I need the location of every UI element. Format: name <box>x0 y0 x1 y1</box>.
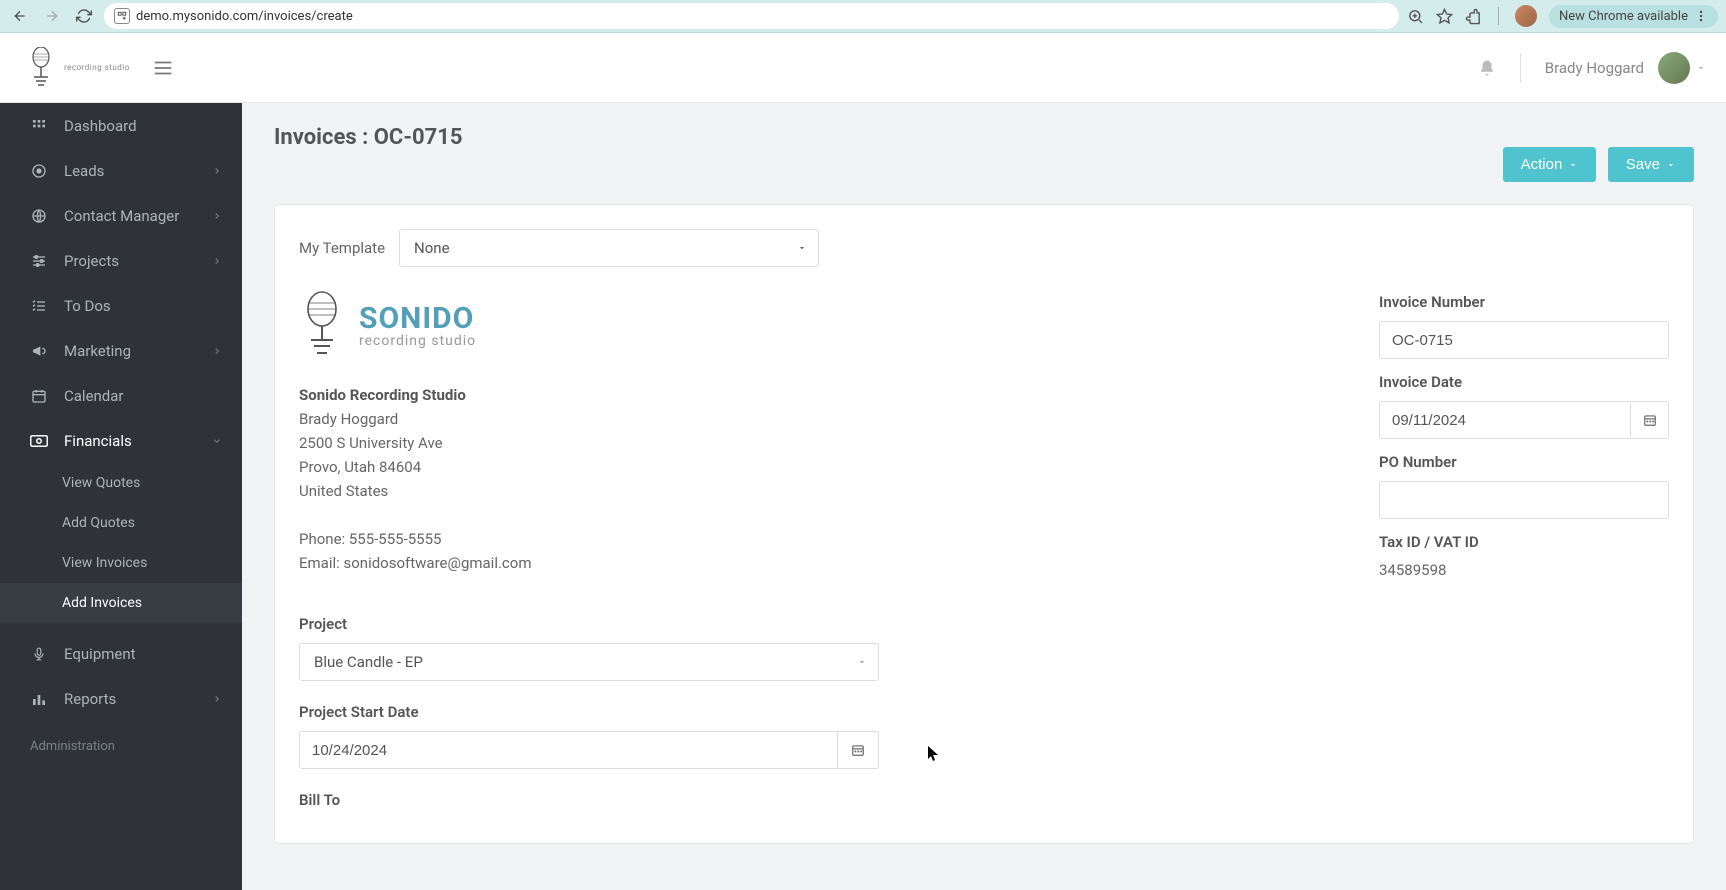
template-select[interactable]: None <box>399 229 819 267</box>
company-address: Sonido Recording Studio Brady Hoggard 25… <box>299 383 1339 575</box>
money-icon <box>30 434 48 448</box>
sidebar-item-calendar[interactable]: Calendar <box>0 373 242 418</box>
sidebar-item-contact-manager[interactable]: Contact Manager <box>0 193 242 238</box>
bookmark-star-icon[interactable] <box>1436 8 1453 25</box>
sidebar-item-projects[interactable]: Projects <box>0 238 242 283</box>
project-label: Project <box>299 615 879 633</box>
invoice-form-card: My Template None SONIDO recording studio <box>274 204 1694 844</box>
zoom-icon[interactable] <box>1407 8 1424 25</box>
chevron-down-icon <box>1666 160 1676 170</box>
grid-icon <box>30 118 48 134</box>
microphone-icon <box>30 645 48 663</box>
po-number-input[interactable] <box>1379 481 1669 519</box>
invoice-number-input[interactable] <box>1379 321 1669 359</box>
sidebar-item-marketing[interactable]: Marketing <box>0 328 242 373</box>
tax-id-value: 34589598 <box>1379 561 1669 579</box>
calendar-icon <box>851 743 865 757</box>
app-header: SONIDO recording studio Brady Hoggard <box>0 33 1726 103</box>
action-button[interactable]: Action <box>1503 147 1597 182</box>
main-content: Invoices : OC-0715 Action Save My Templa… <box>242 103 1726 890</box>
project-select[interactable]: Blue Candle - EP <box>299 643 879 681</box>
project-start-date-input[interactable] <box>299 731 838 769</box>
browser-toolbar: demo.mysonido.com/invoices/create New Ch… <box>0 0 1726 33</box>
checklist-icon <box>30 298 48 314</box>
address-bar[interactable]: demo.mysonido.com/invoices/create <box>104 3 1399 29</box>
calendar-icon <box>1643 413 1657 427</box>
save-button[interactable]: Save <box>1608 147 1694 182</box>
user-avatar-icon[interactable] <box>1658 52 1690 84</box>
tax-id-label: Tax ID / VAT ID <box>1379 533 1669 551</box>
chevron-right-icon <box>212 211 222 221</box>
company-logo: SONIDO recording studio <box>299 291 1339 361</box>
profile-avatar-icon[interactable] <box>1515 5 1537 27</box>
sidebar-sub-add-quotes[interactable]: Add Quotes <box>0 503 242 543</box>
sidebar-admin-header: Administration <box>0 739 242 754</box>
chevron-down-icon <box>1568 160 1578 170</box>
sidebar-item-equipment[interactable]: Equipment <box>0 631 242 676</box>
separator <box>1498 7 1499 25</box>
page-header: Invoices : OC-0715 Action Save <box>242 103 1726 182</box>
sidebar-item-todos[interactable]: To Dos <box>0 283 242 328</box>
bill-to-label: Bill To <box>299 791 879 809</box>
back-button[interactable] <box>8 4 32 28</box>
microphone-logo-icon <box>299 291 345 361</box>
template-label: My Template <box>299 239 385 257</box>
logo-text-sub: recording studio <box>64 64 130 72</box>
sidebar-item-reports[interactable]: Reports <box>0 676 242 721</box>
header-divider <box>1520 53 1521 83</box>
chevron-right-icon <box>212 166 222 176</box>
app-logo[interactable]: SONIDO recording studio <box>28 47 130 89</box>
sidebar-sub-view-quotes[interactable]: View Quotes <box>0 463 242 503</box>
notifications-bell-icon[interactable] <box>1478 59 1496 77</box>
chevron-right-icon <box>212 256 222 266</box>
url-text: demo.mysonido.com/invoices/create <box>136 9 353 24</box>
extensions-icon[interactable] <box>1465 8 1482 25</box>
po-number-label: PO Number <box>1379 453 1669 471</box>
calendar-icon <box>30 388 48 404</box>
sidebar-sub-add-invoices[interactable]: Add Invoices <box>0 583 242 623</box>
sidebar-item-leads[interactable]: Leads <box>0 148 242 193</box>
invoice-date-picker-button[interactable] <box>1631 401 1669 439</box>
sidebar-nav: Dashboard Leads Contact Manager Projects… <box>0 103 242 890</box>
menu-toggle-icon[interactable] <box>152 57 174 79</box>
chevron-right-icon <box>212 694 222 704</box>
chevron-down-icon <box>212 436 222 446</box>
invoice-date-label: Invoice Date <box>1379 373 1669 391</box>
user-menu-caret-icon[interactable] <box>1696 63 1706 73</box>
chevron-right-icon <box>212 346 222 356</box>
megaphone-icon <box>30 343 48 359</box>
forward-button[interactable] <box>40 4 64 28</box>
project-start-date-label: Project Start Date <box>299 703 879 721</box>
invoice-number-label: Invoice Number <box>1379 293 1669 311</box>
sidebar-item-dashboard[interactable]: Dashboard <box>0 103 242 148</box>
sidebar-item-financials[interactable]: Financials <box>0 418 242 463</box>
sliders-icon <box>30 253 48 269</box>
browser-right-icons: New Chrome available <box>1407 5 1718 28</box>
chrome-update-pill[interactable]: New Chrome available <box>1549 5 1718 28</box>
page-title: Invoices : OC-0715 <box>274 125 462 150</box>
reload-button[interactable] <box>72 4 96 28</box>
bar-chart-icon <box>30 691 48 707</box>
globe-icon <box>30 208 48 224</box>
project-start-date-picker-button[interactable] <box>838 731 879 769</box>
site-settings-icon[interactable] <box>114 8 130 24</box>
sidebar-sub-view-invoices[interactable]: View Invoices <box>0 543 242 583</box>
target-icon <box>30 163 48 179</box>
microphone-logo-icon <box>28 47 54 89</box>
username-label: Brady Hoggard <box>1545 59 1644 77</box>
invoice-date-input[interactable] <box>1379 401 1631 439</box>
